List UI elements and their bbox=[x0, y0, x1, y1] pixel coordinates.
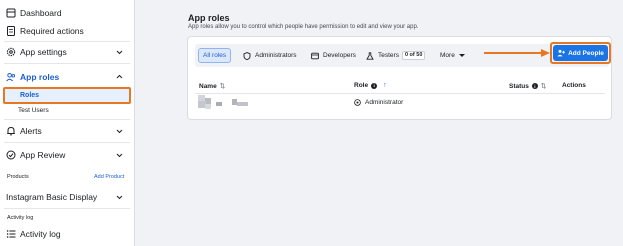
caret-down-icon bbox=[458, 54, 465, 57]
tab-testers[interactable]: Testers 0 of 50 bbox=[366, 48, 426, 63]
bell-icon bbox=[6, 126, 16, 136]
tab-all-roles[interactable]: All roles bbox=[198, 48, 232, 63]
products-section-label: Products bbox=[7, 174, 29, 180]
column-header-label: Actions bbox=[562, 82, 586, 89]
sidebar-item-label: App settings bbox=[20, 47, 67, 57]
sidebar-item-app-review[interactable]: App Review bbox=[0, 149, 135, 161]
divider bbox=[4, 63, 130, 64]
checklist-icon bbox=[6, 26, 16, 36]
sidebar-item-label: Alerts bbox=[20, 126, 42, 136]
add-people-button[interactable]: Add People bbox=[553, 45, 608, 61]
add-people-label: Add People bbox=[568, 49, 604, 57]
add-product-link[interactable]: Add Product bbox=[94, 174, 124, 180]
sidebar-item-label: Required actions bbox=[20, 26, 84, 36]
sidebar-item-label: Activity log bbox=[20, 229, 61, 239]
dashboard-icon bbox=[6, 8, 16, 18]
sidebar-item-app-roles[interactable]: App roles bbox=[0, 70, 135, 83]
people-icon bbox=[6, 72, 16, 82]
sidebar-item-label: App roles bbox=[20, 71, 60, 82]
redacted-name bbox=[216, 102, 222, 106]
column-header-name[interactable]: Name ⇅ bbox=[199, 82, 226, 91]
page-title: App roles bbox=[188, 13, 230, 23]
redacted-avatar bbox=[205, 104, 211, 109]
chevron-up-icon bbox=[116, 73, 123, 80]
arrow-right-icon bbox=[484, 49, 550, 57]
divider bbox=[4, 119, 130, 120]
shield-icon bbox=[354, 99, 361, 106]
column-header-role[interactable]: Role i ↑ bbox=[354, 82, 387, 89]
tab-more[interactable]: More bbox=[440, 48, 465, 63]
tab-developers[interactable]: Developers bbox=[311, 48, 356, 63]
check-circle-icon bbox=[6, 150, 16, 160]
list-icon bbox=[6, 229, 16, 239]
gear-icon bbox=[6, 47, 16, 57]
activity-section-label: Activity log bbox=[7, 215, 34, 221]
info-icon: i bbox=[531, 83, 538, 89]
divider bbox=[4, 208, 130, 209]
tab-label: Developers bbox=[323, 52, 356, 59]
sidebar: Dashboard Required actions App settings … bbox=[0, 0, 135, 246]
column-header-label: Status bbox=[509, 82, 529, 90]
tab-label: All roles bbox=[203, 52, 227, 59]
sort-icon: ⇅ bbox=[540, 83, 547, 90]
role-cell: Administrator bbox=[354, 99, 403, 106]
sort-icon: ⇅ bbox=[219, 83, 226, 90]
divider bbox=[4, 142, 130, 143]
column-header-actions: Actions bbox=[562, 82, 586, 89]
info-icon: i bbox=[371, 82, 378, 89]
divider bbox=[4, 41, 130, 42]
table-divider bbox=[195, 93, 605, 94]
tab-administrators[interactable]: Administrators bbox=[243, 48, 297, 63]
role-label: Administrator bbox=[365, 99, 404, 106]
chevron-down-icon bbox=[116, 152, 123, 159]
column-header-label: Name bbox=[199, 82, 217, 90]
tab-label: Administrators bbox=[255, 52, 297, 59]
sort-ascending-icon: ↑ bbox=[383, 82, 387, 89]
sidebar-item-label: Dashboard bbox=[20, 8, 62, 18]
shield-icon bbox=[243, 51, 251, 60]
sidebar-item-alerts[interactable]: Alerts bbox=[0, 125, 135, 137]
sidebar-item-roles[interactable]: Roles bbox=[3, 87, 131, 104]
chevron-down-icon bbox=[116, 194, 123, 201]
chevron-down-icon bbox=[116, 128, 123, 135]
sidebar-item-activity-log[interactable]: Activity log bbox=[0, 228, 135, 240]
tab-label: More bbox=[440, 52, 455, 59]
add-person-icon bbox=[557, 49, 566, 57]
chevron-down-icon bbox=[116, 49, 123, 56]
testers-count-badge: 0 of 50 bbox=[401, 51, 426, 60]
sidebar-item-app-settings[interactable]: App settings bbox=[0, 46, 135, 58]
page-subtitle: App roles allow you to control which peo… bbox=[188, 24, 419, 30]
sidebar-item-required-actions[interactable]: Required actions bbox=[0, 25, 135, 37]
column-header-status[interactable]: Status i ⇅ bbox=[509, 82, 547, 91]
sidebar-item-label: App Review bbox=[20, 150, 66, 160]
sidebar-item-test-users[interactable]: Test Users bbox=[18, 107, 49, 114]
sidebar-item-dashboard[interactable]: Dashboard bbox=[0, 7, 135, 19]
redacted-name bbox=[237, 102, 248, 106]
tab-label: Testers bbox=[378, 52, 399, 59]
column-header-label: Role bbox=[354, 82, 369, 89]
code-icon bbox=[311, 52, 319, 60]
sidebar-item-label: Instagram Basic Display bbox=[6, 192, 98, 202]
flask-icon bbox=[366, 51, 374, 60]
sidebar-item-label: Roles bbox=[20, 92, 40, 99]
sidebar-item-instagram-basic-display[interactable]: Instagram Basic Display bbox=[0, 191, 135, 203]
